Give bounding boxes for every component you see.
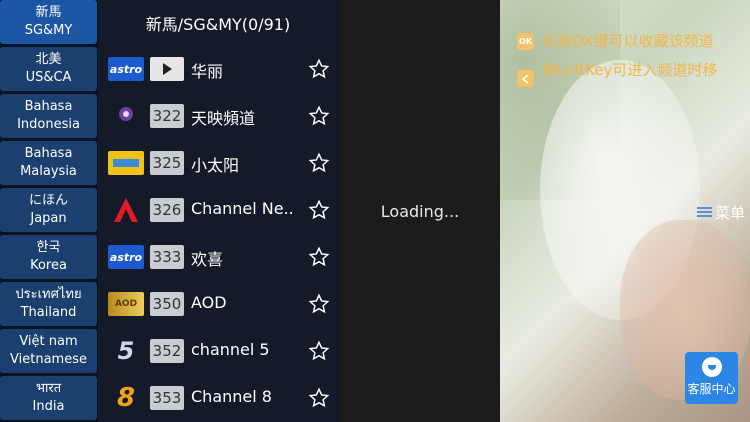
region-name: 北美 bbox=[35, 52, 62, 67]
region-item-us-ca[interactable]: 北美 US&CA bbox=[0, 47, 97, 91]
channel-number: 325 bbox=[150, 151, 184, 175]
region-name: ประเทศไทย bbox=[15, 287, 82, 302]
channel-name: Channel 8 bbox=[191, 387, 272, 406]
channel-number: 326 bbox=[150, 198, 184, 222]
region-name: 한국 bbox=[36, 240, 61, 255]
channel-5-logo-icon: 5 bbox=[117, 337, 135, 365]
channel-name: 小太阳 bbox=[191, 156, 240, 175]
channel-name: 欢喜 bbox=[191, 250, 224, 269]
region-item-japan[interactable]: にほん Japan bbox=[0, 188, 97, 232]
region-code: India bbox=[32, 399, 65, 414]
channel-row[interactable]: astro 333 欢喜 bbox=[98, 234, 338, 281]
region-code: SG&MY bbox=[24, 23, 73, 38]
channel-row[interactable]: 326 Channel Ne.. bbox=[98, 187, 338, 234]
favorite-star-icon[interactable] bbox=[308, 387, 330, 409]
channel-row[interactable]: AOD 350 AOD bbox=[98, 281, 338, 328]
channel-number: 353 bbox=[150, 386, 184, 410]
favorite-star-icon[interactable] bbox=[308, 105, 330, 127]
favorite-star-icon[interactable] bbox=[308, 199, 330, 221]
region-item-indonesia[interactable]: Bahasa Indonesia bbox=[0, 94, 97, 138]
region-item-india[interactable]: भारत India bbox=[0, 376, 97, 420]
channel-list-title: 新馬/SG&MY(0/91) bbox=[145, 15, 291, 34]
loading-text: Loading... bbox=[380, 201, 460, 221]
astro-logo-icon: astro bbox=[108, 57, 144, 81]
channel-name: 华丽 bbox=[191, 62, 224, 81]
customer-service-button[interactable]: 客服中心 bbox=[685, 352, 738, 404]
hint-favorite-text: 长按OK键可以收藏该频道 bbox=[542, 32, 714, 50]
ok-key-icon: OK bbox=[517, 33, 534, 50]
tianying-logo-icon bbox=[108, 104, 144, 128]
channel-name: channel 5 bbox=[191, 340, 270, 359]
menu-icon bbox=[697, 206, 712, 218]
region-name: 新馬 bbox=[35, 5, 62, 20]
region-name: Bahasa bbox=[24, 99, 73, 114]
channel-row[interactable]: 325 小太阳 bbox=[98, 140, 338, 187]
video-player[interactable]: Loading... bbox=[340, 0, 500, 422]
play-icon bbox=[150, 57, 184, 81]
menu-button[interactable]: 菜单 bbox=[697, 201, 750, 223]
channel-number: 350 bbox=[150, 292, 184, 316]
channel-8-logo-icon: 8 bbox=[116, 383, 136, 413]
channel-number: 333 bbox=[150, 245, 184, 269]
region-code: US&CA bbox=[25, 70, 72, 85]
hint-timeshift-text: 按LeftKey可进入频道时移 bbox=[542, 61, 718, 79]
region-code: Malaysia bbox=[20, 164, 77, 179]
region-item-malaysia[interactable]: Bahasa Malaysia bbox=[0, 141, 97, 185]
left-arrow-icon bbox=[517, 70, 534, 87]
channel-number: 352 bbox=[150, 339, 184, 363]
region-name: Việt nam bbox=[19, 334, 78, 349]
region-name: भारत bbox=[35, 381, 62, 396]
region-sidebar: 新馬 SG&MY 北美 US&CA Bahasa Indonesia Bahas… bbox=[0, 0, 98, 422]
favorite-star-icon[interactable] bbox=[308, 152, 330, 174]
region-item-korea[interactable]: 한국 Korea bbox=[0, 235, 97, 279]
channel-name: 天映頻道 bbox=[191, 109, 256, 128]
channel-name: AOD bbox=[191, 293, 227, 312]
channel-news-asia-logo-icon bbox=[108, 198, 144, 222]
favorite-star-icon[interactable] bbox=[308, 58, 330, 80]
region-name: Bahasa bbox=[24, 146, 73, 161]
channel-row[interactable]: 5 352 channel 5 bbox=[98, 328, 338, 375]
favorite-star-icon[interactable] bbox=[308, 293, 330, 315]
favorite-star-icon[interactable] bbox=[308, 246, 330, 268]
region-code: Indonesia bbox=[17, 117, 80, 132]
channel-row[interactable]: 322 天映頻道 bbox=[98, 93, 338, 140]
region-item-vietnam[interactable]: Việt nam Vietnamese bbox=[0, 329, 97, 373]
xiaotaiyang-logo-icon bbox=[108, 151, 144, 175]
region-code: Japan bbox=[30, 211, 67, 226]
astro-aod-logo-icon: AOD bbox=[108, 292, 144, 316]
channel-list: 新馬/SG&MY(0/91) astro 华丽 322 天映頻道 325 小太阳… bbox=[98, 0, 340, 422]
channel-name: Channel Ne.. bbox=[191, 199, 294, 218]
customer-service-label: 客服中心 bbox=[687, 382, 736, 396]
region-code: Thailand bbox=[20, 305, 77, 320]
channel-row[interactable]: astro 华丽 bbox=[98, 46, 338, 93]
region-item-thailand[interactable]: ประเทศไทย Thailand bbox=[0, 282, 97, 326]
region-code: Korea bbox=[30, 258, 67, 273]
channel-number: 322 bbox=[150, 104, 184, 128]
favorite-star-icon[interactable] bbox=[308, 340, 330, 362]
region-item-sg-my[interactable]: 新馬 SG&MY bbox=[0, 0, 97, 44]
region-name: にほん bbox=[28, 193, 68, 208]
region-code: Vietnamese bbox=[10, 352, 87, 367]
channel-row[interactable]: 8 353 Channel 8 bbox=[98, 375, 338, 422]
menu-label: 菜单 bbox=[715, 203, 746, 222]
customer-service-icon bbox=[701, 357, 722, 377]
astro-logo-icon: astro bbox=[108, 245, 144, 269]
